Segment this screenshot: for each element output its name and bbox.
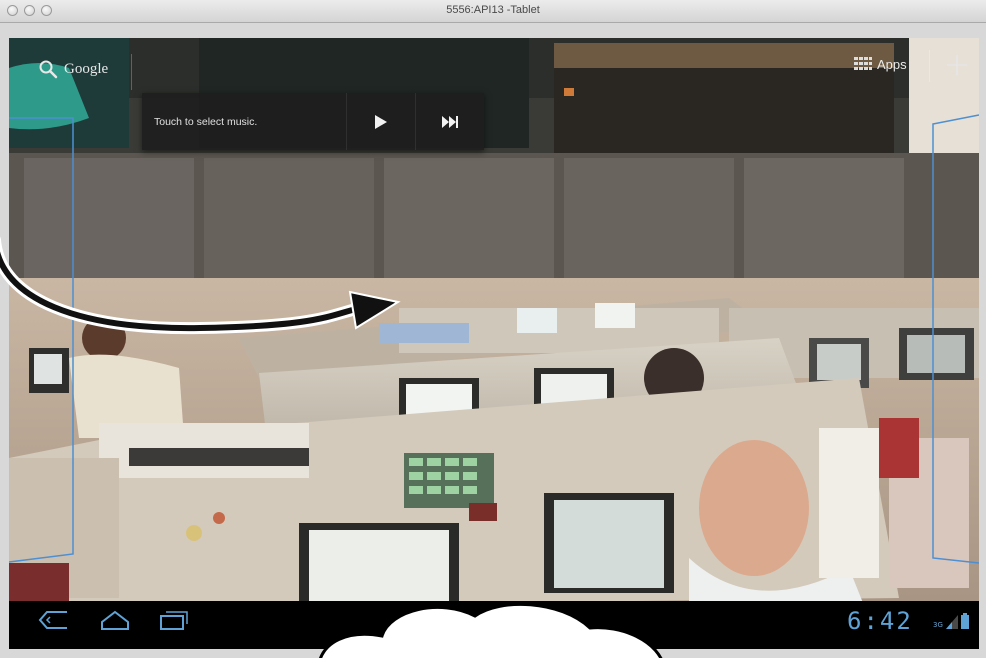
search-icon xyxy=(39,60,58,79)
signal-icon xyxy=(945,615,958,629)
music-prompt[interactable]: Touch to select music. xyxy=(142,116,346,128)
clock[interactable]: 6:42 xyxy=(847,607,913,635)
back-button[interactable] xyxy=(37,609,69,635)
apps-grid-icon xyxy=(854,57,872,70)
apps-button[interactable]: Apps xyxy=(854,54,907,74)
play-button[interactable] xyxy=(346,93,415,150)
window-title: 5556:API13 -Tablet xyxy=(446,4,540,16)
status-icons[interactable]: 3G xyxy=(933,613,969,629)
search-label: Google xyxy=(64,60,109,77)
recent-apps-icon xyxy=(160,611,188,630)
system-bar: 6:42 3G xyxy=(9,601,979,649)
recent-apps-button[interactable] xyxy=(159,609,189,635)
add-widget-button[interactable] xyxy=(944,52,970,78)
home-icon xyxy=(101,610,129,630)
home-button[interactable] xyxy=(99,609,131,635)
tablet-screen[interactable]: Google Touch to select music. Apps 6:42 … xyxy=(9,38,979,649)
plus-icon xyxy=(947,55,967,75)
window-titlebar: 5556:API13 -Tablet xyxy=(0,0,986,23)
apps-label: Apps xyxy=(877,56,907,72)
next-track-icon xyxy=(442,115,458,128)
back-icon xyxy=(38,611,67,629)
google-search-bar[interactable]: Google xyxy=(38,55,108,83)
apps-divider xyxy=(929,50,930,82)
next-track-button[interactable] xyxy=(415,93,484,150)
network-type-label: 3G xyxy=(933,621,943,629)
music-widget[interactable]: Touch to select music. xyxy=(142,93,484,150)
battery-icon xyxy=(960,613,969,629)
play-icon xyxy=(375,114,387,129)
search-divider xyxy=(131,54,132,90)
